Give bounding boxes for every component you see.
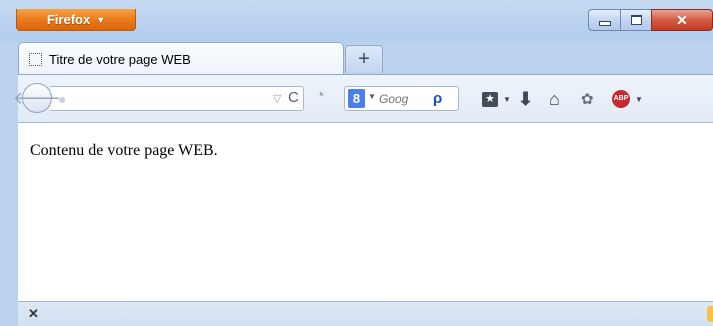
addon-status-icon[interactable] — [707, 306, 713, 322]
url-bar[interactable]: ● ▽ C — [50, 86, 304, 111]
close-icon: ✕ — [676, 11, 688, 28]
tab-active[interactable]: Titre de votre page WEB — [18, 42, 344, 75]
home-icon: ⌂ — [549, 88, 560, 109]
page-body-text: Contenu de votre page WEB. — [30, 142, 218, 159]
tab-title: Titre de votre page WEB — [49, 51, 191, 67]
bookmarks-icon: ★ — [482, 91, 498, 107]
social-button[interactable]: ✿ — [581, 88, 594, 110]
chevron-down-icon: ▼ — [635, 94, 643, 104]
maximize-icon — [630, 15, 642, 25]
maximize-button[interactable] — [620, 9, 652, 31]
search-engine-dropdown-icon[interactable]: ▼ — [368, 92, 376, 101]
downloads-button[interactable]: ⬇ — [518, 88, 533, 110]
close-window-button[interactable]: ✕ — [651, 9, 713, 31]
title-bar: Firefox ▼ ✕ — [0, 0, 713, 40]
search-engine-icon[interactable]: 8 — [348, 89, 365, 108]
minimize-icon — [598, 20, 611, 26]
search-engine-manager-icon[interactable]: ◔ — [315, 87, 325, 105]
minimize-button[interactable] — [588, 9, 621, 31]
addon-bar: ✕ — [18, 301, 713, 326]
reload-icon[interactable]: C — [288, 89, 299, 106]
search-icon[interactable]: ρ — [433, 90, 442, 107]
firefox-menu-button[interactable]: Firefox ▼ — [16, 9, 136, 31]
adblock-plus-button[interactable]: ABP ▼ — [612, 88, 643, 110]
url-input[interactable] — [78, 90, 248, 107]
bookmarks-menu-button[interactable]: ★ ▼ — [482, 88, 511, 110]
adblock-plus-icon: ABP — [612, 90, 630, 108]
browser-window: Firefox ▼ ✕ Titre de votre page WEB + ● … — [0, 0, 713, 326]
new-tab-button[interactable]: + — [345, 45, 383, 73]
search-input[interactable] — [379, 90, 429, 107]
social-icon: ✿ — [581, 91, 594, 108]
home-button[interactable]: ⌂ — [549, 88, 560, 110]
firefox-menu-label: Firefox — [46, 12, 91, 27]
download-arrow-icon: ⬇ — [518, 88, 534, 109]
chevron-down-icon: ▼ — [503, 94, 511, 104]
navigation-toolbar: ● ▽ C 🡐 ◔ 8 ▼ ρ ★ ▼ ⬇ ⌂ ✿ ABP — [13, 74, 713, 123]
search-bar[interactable]: 8 ▼ ρ — [344, 86, 459, 111]
back-button[interactable]: 🡐 — [13, 83, 61, 113]
page-content: Contenu de votre page WEB. — [18, 123, 713, 301]
back-arrow-icon: 🡐 — [12, 87, 62, 108]
page-favicon-icon — [29, 52, 42, 66]
history-dropdown-icon[interactable]: ▽ — [273, 92, 281, 105]
chevron-down-icon: ▼ — [96, 14, 106, 25]
close-addon-bar-icon[interactable]: ✕ — [28, 306, 39, 322]
